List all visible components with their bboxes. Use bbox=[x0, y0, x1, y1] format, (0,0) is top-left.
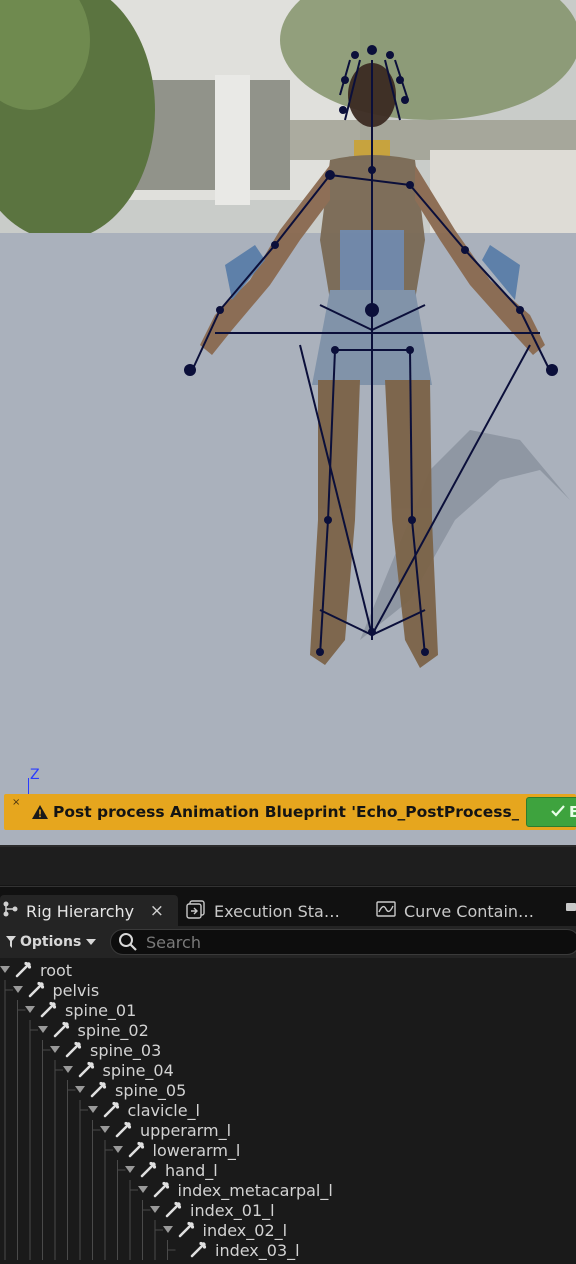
bone-label: index_01_l bbox=[190, 1201, 275, 1220]
hierarchy-toolbar: Options bbox=[0, 926, 576, 958]
bone-label: index_03_l bbox=[215, 1241, 300, 1260]
tree-row[interactable]: root bbox=[0, 960, 576, 980]
viewport[interactable]: Z × Post process Animation Blueprint 'Ec… bbox=[0, 0, 576, 845]
tab-label: Rig Hierarchy bbox=[26, 901, 135, 921]
search-icon bbox=[119, 933, 137, 951]
warning-message: Post process Animation Blueprint 'Echo_P… bbox=[53, 803, 519, 821]
expand-arrow-icon[interactable] bbox=[87, 1106, 98, 1113]
bone-icon bbox=[165, 1201, 182, 1218]
tree-row[interactable]: index_03_l bbox=[0, 1240, 576, 1260]
bone-icon bbox=[128, 1141, 144, 1158]
bone-icon bbox=[190, 1241, 207, 1258]
tree-row[interactable]: spine_01 bbox=[0, 1000, 576, 1020]
tree-row[interactable]: spine_05 bbox=[0, 1080, 576, 1100]
chevron-down-icon bbox=[86, 939, 97, 945]
bone-icon bbox=[103, 1101, 119, 1118]
expand-arrow-icon[interactable] bbox=[112, 1146, 123, 1153]
bone-label: upperarm_l bbox=[140, 1121, 232, 1140]
bone-icon bbox=[53, 1021, 69, 1038]
bone-label: lowerarm_l bbox=[152, 1141, 241, 1160]
bone-label: clavicle_l bbox=[127, 1101, 201, 1120]
warning-action-label: E bbox=[569, 803, 576, 821]
tree-row[interactable]: index_02_l bbox=[0, 1220, 576, 1240]
axis-gizmo-line bbox=[28, 778, 29, 794]
check-icon bbox=[551, 805, 565, 817]
close-tab-icon[interactable]: × bbox=[150, 901, 164, 921]
bone-label: index_metacarpal_l bbox=[177, 1181, 333, 1200]
panel-tab-bar: Rig Hierarchy × Execution Sta… Curve Con… bbox=[0, 886, 576, 927]
expand-arrow-icon[interactable] bbox=[0, 966, 10, 973]
options-label: Options bbox=[20, 934, 82, 950]
panel-divider bbox=[0, 845, 576, 885]
tab-label: Curve Contain… bbox=[404, 901, 535, 921]
expand-arrow-icon[interactable] bbox=[37, 1026, 48, 1033]
viewport-scene bbox=[0, 0, 576, 845]
bone-icon bbox=[153, 1181, 169, 1198]
tab-rig-hierarchy[interactable]: Rig Hierarchy × bbox=[0, 895, 178, 927]
bone-icon bbox=[78, 1061, 94, 1078]
expand-arrow-icon[interactable] bbox=[150, 1206, 160, 1213]
tab-curve-container[interactable]: Curve Contain… bbox=[376, 895, 534, 927]
bone-icon bbox=[65, 1041, 82, 1058]
expand-arrow-icon[interactable] bbox=[75, 1086, 85, 1093]
tab-execution-stack[interactable]: Execution Sta… bbox=[186, 895, 340, 927]
bone-label: spine_04 bbox=[102, 1061, 174, 1080]
warning-banner: × Post process Animation Blueprint 'Echo… bbox=[4, 794, 576, 830]
curve-container-icon bbox=[376, 899, 396, 923]
bone-label: hand_l bbox=[165, 1161, 218, 1180]
options-button[interactable]: Options bbox=[6, 934, 97, 950]
expand-arrow-icon[interactable] bbox=[12, 986, 23, 993]
tab-overflow-icon bbox=[566, 903, 576, 911]
tree-row[interactable]: upperarm_l bbox=[0, 1120, 576, 1140]
bone-label: spine_01 bbox=[65, 1001, 137, 1020]
tree-row[interactable]: spine_03 bbox=[0, 1040, 576, 1060]
bone-icon bbox=[28, 981, 44, 998]
expand-arrow-icon[interactable] bbox=[100, 1126, 110, 1133]
expand-arrow-icon[interactable] bbox=[162, 1226, 173, 1233]
tab-label: Execution Sta… bbox=[214, 901, 340, 921]
floor bbox=[0, 233, 576, 845]
bone-icon bbox=[140, 1161, 157, 1178]
bone-label: spine_03 bbox=[90, 1041, 162, 1060]
tree-row[interactable]: spine_04 bbox=[0, 1060, 576, 1080]
bone-icon bbox=[178, 1221, 194, 1238]
tree-row[interactable]: lowerarm_l bbox=[0, 1140, 576, 1160]
filter-icon bbox=[6, 936, 16, 948]
warning-action-button[interactable]: E bbox=[526, 797, 576, 827]
warning-icon bbox=[30, 802, 50, 822]
bone-label: pelvis bbox=[52, 981, 100, 1000]
execution-stack-icon bbox=[186, 899, 206, 923]
rig-hierarchy-icon bbox=[2, 900, 20, 922]
expand-arrow-icon[interactable] bbox=[50, 1046, 60, 1053]
expand-arrow-icon[interactable] bbox=[137, 1186, 148, 1193]
tree-row[interactable]: hand_l bbox=[0, 1160, 576, 1180]
bone-label: index_02_l bbox=[202, 1221, 288, 1240]
tab-overflow[interactable] bbox=[564, 895, 576, 927]
tree-row[interactable]: index_01_l bbox=[0, 1200, 576, 1220]
bone-icon bbox=[90, 1081, 107, 1098]
expand-arrow-icon[interactable] bbox=[125, 1166, 135, 1173]
bone-label: root bbox=[40, 961, 73, 980]
tree-row[interactable]: spine_02 bbox=[0, 1020, 576, 1040]
search-box[interactable] bbox=[110, 929, 576, 955]
warning-dismiss-icon[interactable]: × bbox=[12, 797, 20, 808]
bone-label: spine_05 bbox=[115, 1081, 187, 1100]
rig-hierarchy-tree[interactable]: root pelvis spine_01 spine_02 spine_03 spine_… bbox=[0, 958, 576, 1264]
tree-row[interactable]: index_metacarpal_l bbox=[0, 1180, 576, 1200]
bone-icon bbox=[15, 961, 32, 978]
tree-row[interactable]: clavicle_l bbox=[0, 1100, 576, 1120]
bone-icon bbox=[115, 1121, 132, 1138]
expand-arrow-icon[interactable] bbox=[25, 1006, 35, 1013]
tree-row[interactable]: pelvis bbox=[0, 980, 576, 1000]
search-input[interactable] bbox=[146, 932, 546, 952]
bone-icon bbox=[40, 1001, 57, 1018]
expand-arrow-icon[interactable] bbox=[62, 1066, 73, 1073]
bone-label: spine_02 bbox=[77, 1021, 149, 1040]
axis-z-label: Z bbox=[30, 767, 40, 783]
